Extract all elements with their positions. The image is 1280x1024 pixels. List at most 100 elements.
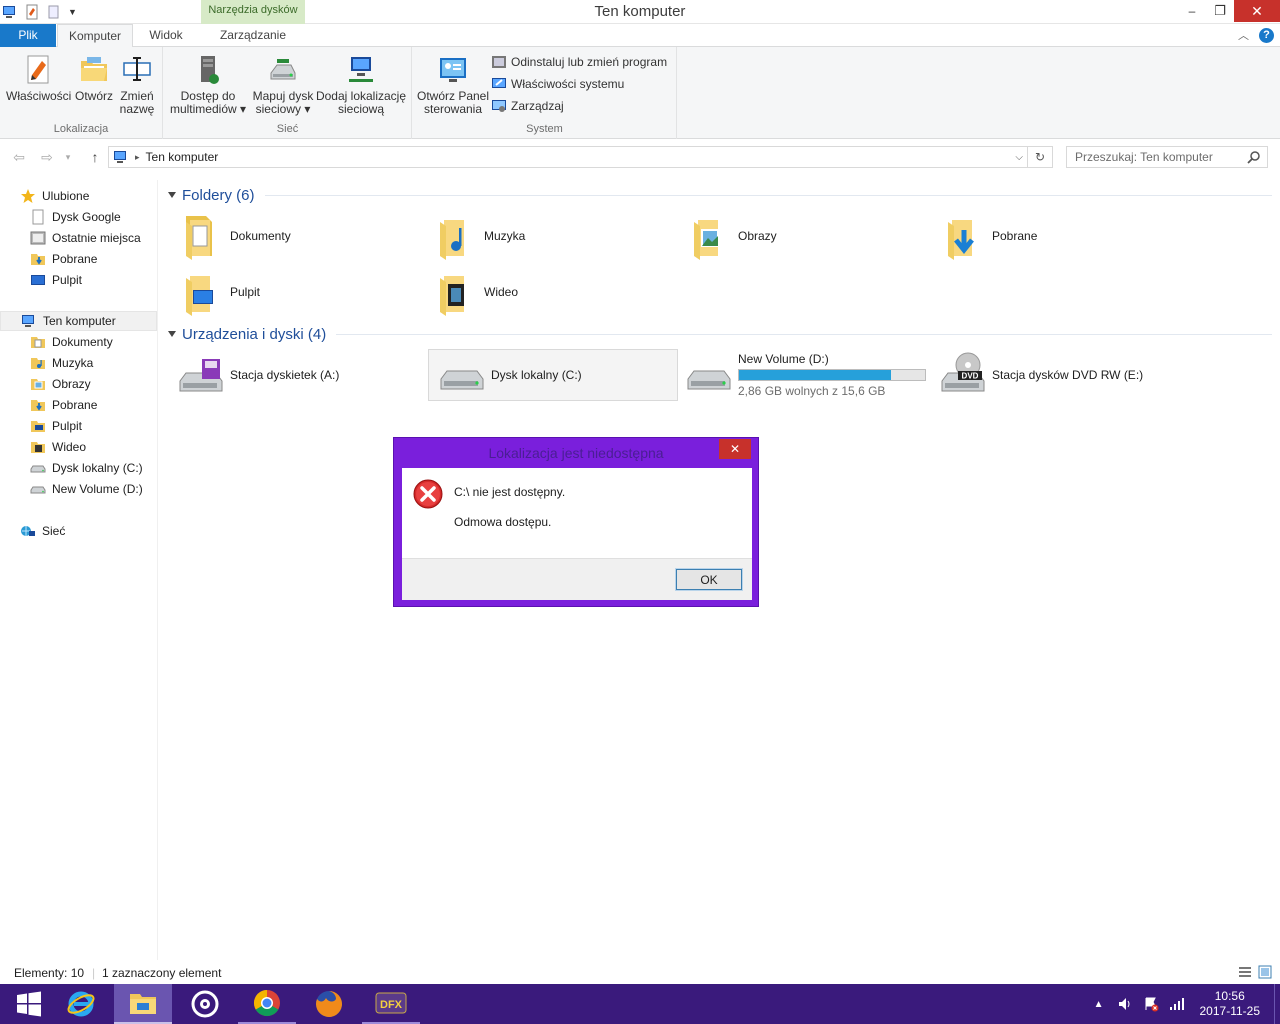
uninstall-program-button[interactable]: Odinstaluj lub zmień program	[491, 53, 667, 71]
view-switcher	[1238, 965, 1272, 979]
nav-item-downloads-pc[interactable]: Pobrane	[0, 395, 157, 415]
context-tab-header: Narzędzia dysków	[201, 0, 305, 24]
taskbar-firefox[interactable]	[300, 984, 358, 1024]
tab-widok[interactable]: Widok	[134, 24, 198, 47]
tiles-view-icon[interactable]	[1258, 965, 1272, 979]
close-button[interactable]: ✕	[1234, 0, 1280, 22]
device-tile-dvd-e[interactable]: DVD Stacja dysków DVD RW (E:)	[930, 349, 1230, 401]
device-tile-floppy-a[interactable]: Stacja dyskietek (A:)	[168, 349, 418, 401]
nav-item-desktop[interactable]: Pulpit	[0, 270, 157, 290]
taskbar-dfx[interactable]: DFX	[362, 984, 420, 1024]
clock[interactable]: 10:56 2017-11-25	[1200, 989, 1261, 1019]
volume-icon[interactable]	[1117, 996, 1133, 1012]
nav-item-video[interactable]: Wideo	[0, 437, 157, 457]
tab-plik[interactable]: Plik	[0, 24, 56, 47]
refresh-button[interactable]: ↻	[1028, 146, 1053, 168]
properties-button[interactable]: Właściwości	[6, 53, 71, 103]
rename-button[interactable]: Zmień nazwę	[116, 53, 158, 116]
search-input[interactable]	[1067, 147, 1237, 167]
folder-tile-pictures[interactable]: Obrazy	[676, 210, 926, 262]
ok-button[interactable]: OK	[675, 568, 743, 591]
folder-tile-music[interactable]: Muzyka	[422, 210, 672, 262]
taskbar-internet-explorer[interactable]	[52, 984, 110, 1024]
show-desktop-button[interactable]	[1274, 984, 1280, 1024]
divider	[264, 194, 1272, 196]
taskbar: DFX ▲ 10:56 2017-11-25	[0, 984, 1280, 1024]
folders-group-header[interactable]: Foldery (6)	[168, 184, 1272, 206]
breadcrumb-chevron-icon[interactable]: ▸	[135, 152, 140, 163]
nav-item-downloads[interactable]: Pobrane	[0, 249, 157, 269]
qat-dropdown-icon[interactable]: ▼	[68, 7, 77, 17]
breadcrumb-item[interactable]: Ten komputer	[146, 150, 219, 164]
folder-tile-downloads[interactable]: Pobrane	[930, 210, 1180, 262]
properties-icon[interactable]	[24, 4, 40, 20]
up-arrow-icon: ↑	[91, 149, 99, 165]
dialog-close-button[interactable]: ✕	[719, 439, 751, 459]
devices-group-header[interactable]: Urządzenia i dyski (4)	[168, 323, 1272, 345]
tab-komputer[interactable]: Komputer	[57, 24, 133, 48]
taskbar-chrome[interactable]	[238, 984, 296, 1024]
drive-icon	[30, 486, 46, 494]
up-button[interactable]: ↑	[86, 148, 104, 166]
computer-icon	[114, 151, 126, 163]
open-button[interactable]: Otwórz	[72, 53, 116, 103]
control-panel-button[interactable]: Otwórz Panel sterowania	[415, 53, 491, 116]
address-dropdown-icon[interactable]: ⌵	[1015, 152, 1023, 163]
search-icon[interactable]	[1247, 150, 1261, 164]
taskbar-steam[interactable]	[176, 984, 234, 1024]
desktop-folder-icon	[186, 276, 213, 316]
computer-icon[interactable]	[2, 4, 18, 20]
minimize-button[interactable]: –	[1178, 0, 1206, 22]
clock-time: 10:56	[1214, 989, 1245, 1003]
nav-item-documents[interactable]: Dokumenty	[0, 332, 157, 352]
nav-item-pictures[interactable]: Obrazy	[0, 374, 157, 394]
nav-item-recent-places[interactable]: Ostatnie miejsca	[0, 228, 157, 248]
start-button[interactable]	[0, 984, 58, 1024]
network-signal-icon[interactable]	[1169, 996, 1185, 1012]
properties-icon	[27, 55, 49, 84]
drive-icon	[440, 370, 484, 390]
steam-icon	[191, 990, 219, 1018]
tab-zarzadzanie[interactable]: Zarządzanie	[201, 24, 305, 47]
details-view-icon[interactable]	[1238, 965, 1252, 979]
nav-item-desktop-pc[interactable]: Pulpit	[0, 416, 157, 436]
new-folder-icon[interactable]	[46, 4, 62, 20]
recent-places-icon	[30, 231, 46, 245]
window-title: Ten komputer	[594, 3, 686, 20]
chevron-up-icon[interactable]: ︿	[1238, 27, 1249, 43]
nav-item-this-pc[interactable]: Ten komputer	[0, 311, 157, 331]
nav-item-google-drive[interactable]: Dysk Google	[0, 207, 157, 227]
action-center-icon[interactable]	[1143, 996, 1159, 1012]
manage-button[interactable]: Zarządzaj	[491, 97, 564, 115]
address-bar[interactable]: ▸ Ten komputer ⌵	[108, 146, 1028, 168]
back-button[interactable]: ⇦	[10, 148, 28, 166]
floppy-drive-icon	[179, 359, 223, 392]
folder-tile-documents[interactable]: Dokumenty	[168, 210, 418, 262]
taskbar-file-explorer[interactable]	[114, 984, 172, 1024]
nav-item-network[interactable]: Sieć	[0, 521, 157, 541]
maximize-button[interactable]: ❐	[1206, 0, 1234, 22]
forward-button[interactable]: ⇨	[38, 148, 56, 166]
nav-item-new-volume-d[interactable]: New Volume (D:)	[0, 479, 157, 499]
folder-tile-video[interactable]: Wideo	[422, 266, 672, 318]
pictures-folder-icon	[694, 220, 719, 260]
dropdown-icon: ▾	[301, 102, 311, 116]
nav-item-local-disk-c[interactable]: Dysk lokalny (C:)	[0, 458, 157, 478]
status-item-count: Elementy: 10	[14, 966, 85, 980]
music-folder-icon	[31, 358, 45, 369]
media-access-button[interactable]: Dostęp do multimediów ▾	[168, 53, 248, 116]
recent-locations-button[interactable]: ▾	[62, 148, 74, 166]
tray-expand-icon[interactable]: ▲	[1094, 999, 1104, 1010]
ribbon-group-siec: Dostęp do multimediów ▾ Mapuj dysk sieci…	[164, 47, 412, 139]
nav-item-favorites[interactable]: Ulubione	[0, 186, 157, 206]
navigation-bar: ⇦ ⇨ ▾ ↑ ▸ Ten komputer ⌵ ↻	[0, 140, 1280, 174]
folder-tile-desktop[interactable]: Pulpit	[168, 266, 418, 318]
device-tile-local-disk-c[interactable]: Dysk lokalny (C:)	[428, 349, 678, 401]
map-network-drive-button[interactable]: Mapuj dysk sieciowy ▾	[248, 53, 318, 116]
help-icon[interactable]: ?	[1259, 27, 1274, 43]
device-tile-new-volume-d[interactable]: New Volume (D:) 2,86 GB wolnych z 15,6 G…	[676, 349, 932, 401]
system-properties-button[interactable]: Właściwości systemu	[491, 75, 624, 93]
nav-item-music[interactable]: Muzyka	[0, 353, 157, 373]
dialog-content: C:\ nie jest dostępny. Odmowa dostępu.	[402, 468, 752, 558]
add-network-location-button[interactable]: Dodaj lokalizację sieciową	[314, 53, 408, 116]
